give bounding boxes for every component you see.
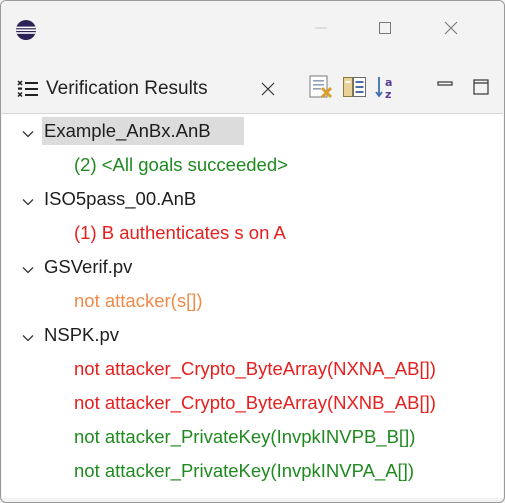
clear-results-icon bbox=[308, 74, 334, 105]
tree-leaf-label: not attacker_Crypto_ByteArray(NXNB_AB[]) bbox=[74, 392, 436, 413]
minimize-view-icon bbox=[435, 77, 455, 102]
chevron-down-icon[interactable] bbox=[21, 328, 35, 342]
chevron-down-icon[interactable] bbox=[21, 260, 35, 274]
minimize-icon bbox=[313, 20, 329, 41]
tree-leaf-label: not attacker(s[]) bbox=[74, 290, 203, 311]
tab-verification-results[interactable]: Verification Results bbox=[1, 63, 293, 113]
svg-text:z: z bbox=[385, 88, 391, 100]
tab-title: Verification Results bbox=[46, 78, 208, 99]
tree-leaf-label: not attacker_PrivateKey(InvpkINVPB_B[]) bbox=[74, 426, 416, 447]
chevron-down-icon[interactable] bbox=[21, 192, 35, 206]
tree-leaf[interactable]: not attacker_PrivateKey(InvpkINVPA_A[]) bbox=[2, 454, 502, 488]
tree-node-label: NSPK.pv bbox=[44, 324, 120, 345]
tree-leaf[interactable]: not attacker_Crypto_ByteArray(NXNB_AB[]) bbox=[2, 386, 502, 420]
verification-list-icon bbox=[17, 80, 39, 98]
chevron-down-icon[interactable] bbox=[21, 124, 35, 138]
title-bar bbox=[1, 1, 504, 63]
eclipse-icon bbox=[15, 19, 37, 41]
maximize-view-button[interactable] bbox=[467, 75, 495, 103]
collapse-all-button[interactable] bbox=[341, 75, 369, 103]
tree-leaf[interactable]: (2) <All goals succeeded> bbox=[2, 148, 502, 182]
app-window: Verification Results a z Example_AnBx.An… bbox=[0, 0, 505, 503]
tree-leaf-label: not attacker_PrivateKey(InvpkINVPA_A[]) bbox=[74, 460, 415, 481]
minimize-button[interactable] bbox=[303, 15, 339, 45]
sort-alphabetically-button[interactable]: a z bbox=[373, 75, 401, 103]
close-icon[interactable] bbox=[257, 78, 279, 100]
tree-node-label: ISO5pass_00.AnB bbox=[44, 188, 197, 209]
tree-leaf[interactable]: not attacker_Crypto_ByteArray(NXNA_AB[]) bbox=[2, 352, 502, 386]
tree-node[interactable]: Example_AnBx.AnB bbox=[2, 114, 502, 148]
tree-leaf-label: (2) <All goals succeeded> bbox=[74, 154, 288, 175]
tree-leaf-label: (1) B authenticates s on A bbox=[74, 222, 286, 243]
tree-leaf-label: not attacker_Crypto_ByteArray(NXNA_AB[]) bbox=[74, 358, 436, 379]
tree-leaf[interactable]: (1) B authenticates s on A bbox=[2, 216, 502, 250]
maximize-view-icon bbox=[471, 77, 491, 102]
collapse-all-icon bbox=[342, 74, 368, 105]
view-tab-bar: Verification Results a z bbox=[1, 63, 504, 113]
clear-results-button[interactable] bbox=[307, 75, 335, 103]
tree-node-label: Example_AnBx.AnB bbox=[44, 120, 211, 141]
tree-leaf[interactable]: not attacker_PrivateKey(InvpkINVPB_B[]) bbox=[2, 420, 502, 454]
close-icon bbox=[443, 20, 459, 41]
maximize-button[interactable] bbox=[367, 15, 403, 45]
tree-leaf[interactable]: not attacker(s[]) bbox=[2, 284, 502, 318]
minimize-view-button[interactable] bbox=[431, 75, 459, 103]
close-window-button[interactable] bbox=[433, 15, 469, 45]
results-tree: Example_AnBx.AnB (2) <All goals succeede… bbox=[2, 113, 503, 498]
tree-node[interactable]: GSVerif.pv bbox=[2, 250, 502, 284]
tree-node-label: GSVerif.pv bbox=[44, 256, 133, 277]
tree-node[interactable]: ISO5pass_00.AnB bbox=[2, 182, 502, 216]
maximize-icon bbox=[377, 20, 393, 41]
tree-node[interactable]: NSPK.pv bbox=[2, 318, 502, 352]
sort-alphabetically-icon: a z bbox=[374, 74, 400, 105]
